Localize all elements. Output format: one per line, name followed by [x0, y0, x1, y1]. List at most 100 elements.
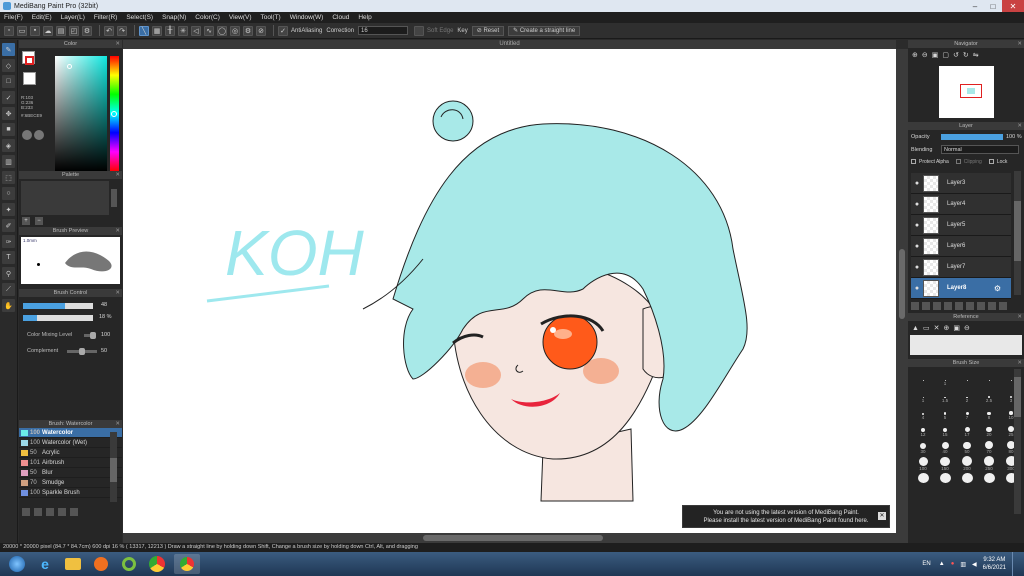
brush-size-scroll-thumb[interactable]: [1014, 377, 1021, 417]
select-eraser-icon[interactable]: ✑: [2, 235, 15, 248]
magic-wand-icon[interactable]: ✦: [2, 203, 15, 216]
select-check-icon[interactable]: ✓: [2, 91, 15, 104]
panel-close-icon[interactable]: ✕: [115, 227, 120, 235]
new-layer-icon[interactable]: [911, 302, 919, 310]
cross-snap-icon[interactable]: ╫: [165, 25, 175, 36]
snap-off-icon[interactable]: ⊘: [256, 25, 266, 36]
layer-opacity-slider[interactable]: [941, 133, 1003, 140]
horizontal-scroll-thumb[interactable]: [423, 535, 603, 541]
new-halftone-layer-icon[interactable]: [922, 302, 930, 310]
brush-opacity-slider[interactable]: [23, 315, 93, 321]
duplicate-layer-icon[interactable]: [944, 302, 952, 310]
brush-size-option[interactable]: 2: [958, 388, 976, 404]
move-tool-icon[interactable]: ✥: [2, 107, 15, 120]
clock[interactable]: 9:32 AM 6/6/2021: [983, 556, 1006, 572]
merge-layer-icon[interactable]: [955, 302, 963, 310]
brush-size-slider[interactable]: [23, 303, 93, 309]
visibility-eye-icon[interactable]: ●: [911, 201, 923, 208]
brush-list-scroll-thumb[interactable]: [110, 458, 117, 482]
undo-icon[interactable]: ↶: [104, 25, 114, 36]
cloud-icon[interactable]: ☁: [43, 25, 53, 36]
canvas-area[interactable]: KOH: [123, 49, 896, 533]
brush-size-option[interactable]: 150: [936, 456, 954, 472]
brush-size-scrollbar[interactable]: [1014, 369, 1021, 514]
color-wheel-icon[interactable]: [22, 130, 32, 140]
panel-close-icon[interactable]: ✕: [1017, 359, 1022, 367]
brush-size-option[interactable]: 1: [936, 371, 954, 387]
brush-size-option[interactable]: 250: [980, 456, 998, 472]
menu-filter[interactable]: Filter(R): [94, 14, 117, 21]
brush-size-option[interactable]: 40: [936, 439, 954, 455]
export-icon[interactable]: ▤: [56, 25, 66, 36]
visibility-eye-icon[interactable]: ●: [911, 222, 923, 229]
color-picker-icon[interactable]: [34, 130, 44, 140]
brush-size-option[interactable]: 2.5: [980, 388, 998, 404]
color-mixing-slider[interactable]: [84, 332, 96, 339]
brush-size-option[interactable]: 200: [958, 456, 976, 472]
menu-color[interactable]: Color(C): [195, 14, 220, 21]
tray-app-icon[interactable]: ●: [951, 561, 955, 567]
lasso-tool-icon[interactable]: ○: [2, 187, 15, 200]
reference-close-icon[interactable]: ✕: [934, 324, 940, 332]
hue-slider[interactable]: [110, 56, 119, 171]
eyedropper-icon[interactable]: ⟋: [2, 283, 15, 296]
vertical-scroll-thumb[interactable]: [899, 249, 905, 319]
brush-size-option[interactable]: 5: [936, 405, 954, 421]
fit-icon[interactable]: ▣: [932, 51, 939, 59]
layer-row[interactable]: ● Layer8 ⚙: [911, 278, 1011, 299]
layer-row[interactable]: ● Layer7: [911, 257, 1011, 278]
taskbar-app[interactable]: [118, 554, 140, 574]
primary-color-swatch[interactable]: [25, 56, 34, 65]
layer-blending-select[interactable]: Normal: [941, 145, 1019, 154]
layer-up-icon[interactable]: [966, 302, 974, 310]
show-desktop-button[interactable]: [1012, 552, 1020, 576]
select-pen-icon[interactable]: ✐: [2, 219, 15, 232]
concentric-snap-icon[interactable]: ◎: [230, 25, 240, 36]
brush-size-option[interactable]: 8: [980, 405, 998, 421]
brush-size-option[interactable]: [914, 371, 932, 387]
select-tool-icon[interactable]: ⬚: [2, 171, 15, 184]
menu-cloud[interactable]: Cloud: [332, 14, 349, 21]
reference-fit-icon[interactable]: ▣: [953, 324, 960, 332]
folder-icon[interactable]: [988, 302, 996, 310]
redo-icon[interactable]: ↷: [117, 25, 127, 36]
brush-size-option[interactable]: 7: [958, 405, 976, 421]
tray-arrow-icon[interactable]: ▲: [939, 561, 945, 567]
palette-delete-icon[interactable]: −: [35, 217, 43, 225]
brush-size-option[interactable]: 70: [980, 439, 998, 455]
network-icon[interactable]: ▥: [960, 561, 966, 568]
brush-size-option[interactable]: 50: [958, 439, 976, 455]
panel-close-icon[interactable]: ✕: [115, 289, 120, 297]
open-file-icon[interactable]: ▭: [17, 25, 27, 36]
start-button[interactable]: [6, 554, 28, 574]
panel-close-icon[interactable]: ✕: [115, 171, 120, 179]
layer-down-icon[interactable]: [977, 302, 985, 310]
layer-row[interactable]: ● Layer6: [911, 236, 1011, 257]
rotate-left-icon[interactable]: ↺: [953, 51, 959, 59]
zoom-out-icon[interactable]: ⊖: [922, 51, 928, 59]
menu-edit[interactable]: Edit(E): [32, 14, 52, 21]
complement-slider[interactable]: [67, 348, 97, 355]
brush-copy-icon[interactable]: [46, 508, 54, 516]
rotate-right-icon[interactable]: ↻: [963, 51, 969, 59]
visibility-eye-icon[interactable]: ●: [911, 243, 923, 250]
brush-settings-icon[interactable]: [70, 508, 78, 516]
new-folder-layer-icon[interactable]: [933, 302, 941, 310]
brush-size-option[interactable]: 4: [914, 405, 932, 421]
brush-list-item[interactable]: 100 Watercolor (Wet): [19, 438, 122, 448]
shape-tool-icon[interactable]: ■: [2, 123, 15, 136]
brush-list-item[interactable]: 70 Smudge: [19, 478, 122, 488]
text-tool-icon[interactable]: T: [2, 251, 15, 264]
zoom-in-icon[interactable]: ⊕: [912, 51, 918, 59]
notice-close-icon[interactable]: ✕: [878, 512, 886, 520]
palette-scrollbar[interactable]: [111, 189, 117, 207]
brush-size-option[interactable]: 15: [936, 422, 954, 438]
reference-zoom-in-icon[interactable]: ⊕: [943, 324, 949, 332]
dot-tool-icon[interactable]: □: [2, 75, 15, 88]
flip-icon[interactable]: ⇋: [973, 51, 979, 59]
brush-add-icon[interactable]: [22, 508, 30, 516]
brush-download-icon[interactable]: [34, 508, 42, 516]
complement-handle[interactable]: [79, 348, 85, 355]
taskbar-chrome[interactable]: [146, 554, 168, 574]
menu-help[interactable]: Help: [358, 14, 371, 21]
